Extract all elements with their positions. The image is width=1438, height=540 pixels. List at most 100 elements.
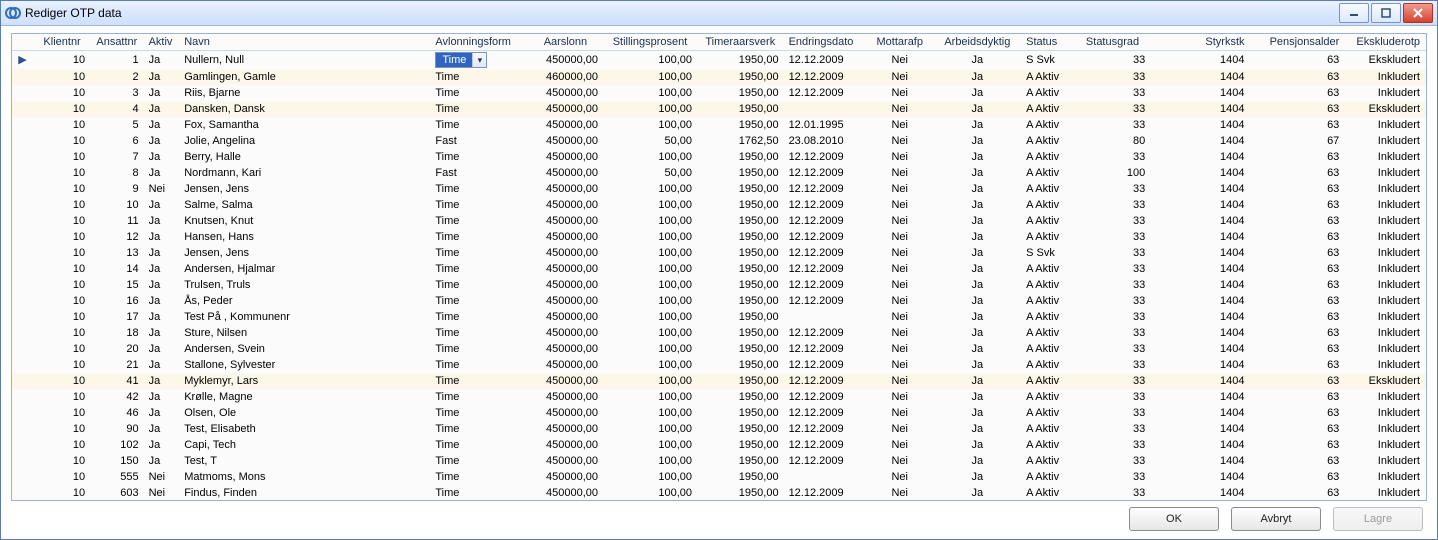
cell[interactable]: Nei: [867, 421, 935, 437]
cell[interactable]: 33: [1076, 421, 1151, 437]
cell[interactable]: 63: [1251, 405, 1346, 421]
cell[interactable]: Ekskludert: [1345, 101, 1426, 117]
cell[interactable]: Ja: [145, 165, 181, 181]
cell[interactable]: 100,00: [604, 51, 698, 70]
cell[interactable]: 1950,00: [698, 325, 785, 341]
cell[interactable]: 13: [91, 245, 144, 261]
cell[interactable]: Inkludert: [1345, 85, 1426, 101]
cell[interactable]: 100,00: [604, 453, 698, 469]
chevron-down-icon[interactable]: ▾: [472, 53, 486, 67]
cell[interactable]: Nei: [145, 181, 181, 197]
cell[interactable]: 1950,00: [698, 421, 785, 437]
cell[interactable]: Nei: [867, 213, 935, 229]
table-row[interactable]: 1012JaHansen, HansTime450000,00100,00195…: [12, 229, 1426, 245]
cell[interactable]: Ås, Peder: [180, 293, 431, 309]
cell[interactable]: [12, 437, 35, 453]
table-row[interactable]: 102JaGamlingen, GamleTime460000,00100,00…: [12, 69, 1426, 85]
cell[interactable]: Time: [431, 117, 528, 133]
cell[interactable]: 450000,00: [529, 421, 604, 437]
cell[interactable]: Test På , Kommunenr: [180, 309, 431, 325]
cell[interactable]: 1950,00: [698, 149, 785, 165]
cell[interactable]: A Aktiv: [1022, 293, 1076, 309]
cell[interactable]: Nei: [867, 245, 935, 261]
cell[interactable]: Time: [431, 405, 528, 421]
cell[interactable]: 1950,00: [698, 229, 785, 245]
cell[interactable]: 10: [35, 469, 91, 485]
cell[interactable]: A Aktiv: [1022, 69, 1076, 85]
cell[interactable]: Ekskludert: [1345, 51, 1426, 70]
col-navn[interactable]: Navn: [180, 34, 431, 51]
table-row[interactable]: 1014JaAndersen, HjalmarTime450000,00100,…: [12, 261, 1426, 277]
cell[interactable]: 450000,00: [529, 469, 604, 485]
cell[interactable]: Time: [431, 357, 528, 373]
cell[interactable]: 90: [91, 421, 144, 437]
avlonningsform-dropdown[interactable]: Time▾: [435, 52, 487, 68]
cell[interactable]: 1404: [1151, 437, 1250, 453]
cell[interactable]: 12.12.2009: [785, 453, 867, 469]
cell[interactable]: [12, 101, 35, 117]
cell[interactable]: Test, T: [180, 453, 431, 469]
cell[interactable]: Ja: [935, 149, 1023, 165]
cell[interactable]: 100,00: [604, 469, 698, 485]
cell[interactable]: A Aktiv: [1022, 197, 1076, 213]
cell[interactable]: 1950,00: [698, 213, 785, 229]
cell[interactable]: 450000,00: [529, 485, 604, 501]
table-row[interactable]: 1016JaÅs, PederTime450000,00100,001950,0…: [12, 293, 1426, 309]
cell[interactable]: 33: [1076, 405, 1151, 421]
cell[interactable]: 33: [1076, 341, 1151, 357]
cell[interactable]: 17: [91, 309, 144, 325]
cell[interactable]: Ja: [145, 149, 181, 165]
cell[interactable]: Ja: [145, 421, 181, 437]
cell[interactable]: 1404: [1151, 165, 1250, 181]
col-aarslonn[interactable]: Aarslonn: [529, 34, 604, 51]
cell[interactable]: Time: [431, 181, 528, 197]
cell[interactable]: Ja: [145, 325, 181, 341]
data-grid[interactable]: Klientnr Ansattnr Aktiv Navn Avlonningsf…: [12, 34, 1426, 501]
cell[interactable]: 63: [1251, 469, 1346, 485]
cell[interactable]: 100,00: [604, 437, 698, 453]
cell[interactable]: 80: [1076, 133, 1151, 149]
cell[interactable]: Dansken, Dansk: [180, 101, 431, 117]
cell[interactable]: Inkludert: [1345, 245, 1426, 261]
cell[interactable]: 1404: [1151, 101, 1250, 117]
cell[interactable]: Ja: [145, 341, 181, 357]
cell[interactable]: Nei: [867, 261, 935, 277]
cell[interactable]: 10: [91, 197, 144, 213]
cell[interactable]: A Aktiv: [1022, 309, 1076, 325]
cell[interactable]: Time: [431, 101, 528, 117]
col-klientnr[interactable]: Klientnr: [35, 34, 91, 51]
cell[interactable]: Ja: [935, 213, 1023, 229]
cell[interactable]: Test, Elisabeth: [180, 421, 431, 437]
table-row[interactable]: 1017JaTest På , KommunenrTime450000,0010…: [12, 309, 1426, 325]
cell[interactable]: 10: [35, 341, 91, 357]
cell[interactable]: 12.01.1995: [785, 117, 867, 133]
cell[interactable]: Time: [431, 309, 528, 325]
cell[interactable]: 100,00: [604, 277, 698, 293]
cell[interactable]: Matmoms, Mons: [180, 469, 431, 485]
cell[interactable]: 33: [1076, 261, 1151, 277]
table-row[interactable]: 108JaNordmann, KariFast450000,0050,00195…: [12, 165, 1426, 181]
cell[interactable]: 450000,00: [529, 149, 604, 165]
cell[interactable]: 10: [35, 117, 91, 133]
cell[interactable]: 14: [91, 261, 144, 277]
cell[interactable]: 33: [1076, 469, 1151, 485]
cell[interactable]: 10: [35, 485, 91, 501]
cell[interactable]: 10: [35, 325, 91, 341]
cell[interactable]: 450000,00: [529, 133, 604, 149]
cell[interactable]: 12.12.2009: [785, 229, 867, 245]
cell[interactable]: Nei: [867, 117, 935, 133]
grid-container[interactable]: Klientnr Ansattnr Aktiv Navn Avlonningsf…: [11, 33, 1427, 501]
cell[interactable]: 100,00: [604, 245, 698, 261]
table-row[interactable]: 1013JaJensen, JensTime450000,00100,00195…: [12, 245, 1426, 261]
cell[interactable]: Ja: [935, 373, 1023, 389]
cell[interactable]: 63: [1251, 261, 1346, 277]
cell[interactable]: Berry, Halle: [180, 149, 431, 165]
cell[interactable]: Ja: [145, 277, 181, 293]
table-row[interactable]: 106JaJolie, AngelinaFast450000,0050,0017…: [12, 133, 1426, 149]
cell[interactable]: 12.12.2009: [785, 485, 867, 501]
cell[interactable]: A Aktiv: [1022, 181, 1076, 197]
cell[interactable]: 10: [35, 293, 91, 309]
cell[interactable]: Ja: [935, 357, 1023, 373]
cell[interactable]: Nei: [867, 357, 935, 373]
cell[interactable]: Time: [431, 389, 528, 405]
